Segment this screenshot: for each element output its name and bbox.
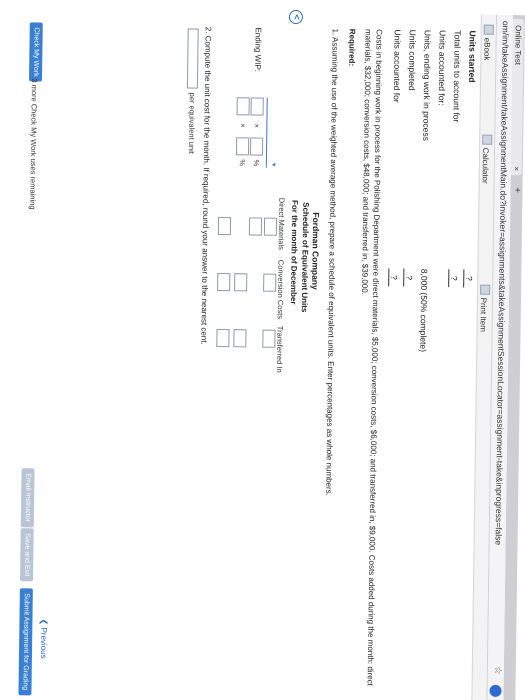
units-started-blank: ? <box>463 269 475 288</box>
required-label: Required: <box>347 28 357 67</box>
times-sign-2: × <box>238 123 248 128</box>
col-transferred-in: Transferred In <box>274 325 285 373</box>
units-completed-value: ? <box>403 268 415 287</box>
ending-wip-transferred-input[interactable] <box>233 329 247 348</box>
units-accounted-label: Units accounted for <box>391 29 403 103</box>
new-tab-icon[interactable]: + <box>511 187 522 193</box>
units-accounted-heading: Units accounted for: <box>436 30 448 106</box>
schedule-title: Schedule of Equivalent Units <box>299 202 311 313</box>
total-conversion-input[interactable] <box>217 272 231 292</box>
tab-title: Online Test <box>513 25 523 66</box>
previous-question-icon[interactable]: < <box>288 9 303 25</box>
save-exit-button[interactable]: Save and Exit <box>19 528 34 582</box>
check-note: 3 more Check My Work uses remaining <box>28 78 40 210</box>
total-direct-materials-input[interactable] <box>217 216 232 236</box>
costs-paragraph: Costs in beginning work in process for t… <box>360 28 384 686</box>
screenshot-stage: Online Test × + om/im/takeAssignment/tak… <box>0 0 525 700</box>
col-direct-materials: Direct Materials <box>276 197 287 250</box>
schedule-company: Fordman Company <box>310 212 322 290</box>
units-accounted-blank: ? <box>388 268 400 287</box>
times-sign-1: × <box>252 123 262 128</box>
row1-account-select[interactable] <box>265 97 277 168</box>
chevron-left-icon: ❮ <box>39 618 49 628</box>
question-content: Units started ? Total units to account f… <box>15 8 481 700</box>
question-1-text: 1. Assuming the use of the weighted aver… <box>324 28 340 496</box>
printer-icon <box>480 284 491 295</box>
unit-cost-input[interactable] <box>186 28 199 89</box>
check-my-work-button[interactable]: Check My Work <box>28 22 43 82</box>
close-tab-icon[interactable]: × <box>511 166 522 171</box>
ending-wip-units-label: Units, ending work in process <box>421 29 433 141</box>
browser-tab[interactable]: Online Test × <box>510 19 524 176</box>
ending-wip-percent-input-2[interactable] <box>235 137 250 156</box>
email-instructor-button[interactable]: Email Instructor <box>20 468 35 528</box>
ending-wip-direct-materials-input[interactable] <box>248 217 263 236</box>
units-started-label: Units started <box>467 30 478 83</box>
previous-link[interactable]: ❮ Previous <box>39 618 49 658</box>
bookmark-star-icon[interactable]: ☆ <box>492 666 503 675</box>
calculator-button[interactable]: Calculator <box>480 134 493 184</box>
total-units-label: Total units to account for <box>451 30 463 123</box>
units-started-value: ? <box>463 269 475 288</box>
ending-wip-units-input[interactable] <box>250 97 264 116</box>
total-units-value: ? <box>448 269 460 288</box>
unit-cost-suffix: per equivalent unit <box>186 92 197 154</box>
print-label: Print Item <box>478 297 489 332</box>
total-transferred-input[interactable] <box>216 328 230 348</box>
ending-wip-units-value: 8,000 (50% complete) <box>418 268 430 353</box>
units-completed-label: Units completed <box>406 29 418 91</box>
submit-assignment-button[interactable]: Submit Assignment for Grading <box>18 588 33 696</box>
row1-conversion-input[interactable] <box>263 273 277 292</box>
ending-wip-percent-input-1[interactable] <box>249 137 264 156</box>
row1-transferred-input[interactable] <box>262 329 276 348</box>
units-accounted-value: ? <box>388 268 400 287</box>
calculator-label: Calculator <box>480 147 491 184</box>
extension-icon[interactable] <box>489 684 502 697</box>
book-icon <box>483 24 494 35</box>
schedule-period: For the month of December <box>288 199 300 305</box>
total-units-blank: ? <box>448 269 460 288</box>
ending-wip-label: Ending WIP: <box>253 27 263 73</box>
print-item-button[interactable]: Print Item <box>478 284 491 332</box>
row1-direct-materials-input[interactable] <box>263 217 278 236</box>
col-conversion-costs: Conversion Costs <box>275 259 286 320</box>
units-completed-blank: ? <box>403 268 415 287</box>
ebook-label: eBook <box>482 37 492 61</box>
percent-sign-1: % <box>251 159 261 167</box>
ending-wip-conversion-input[interactable] <box>234 273 248 292</box>
question-2-text: 2. Compute the unit cost for the month. … <box>199 26 213 345</box>
calculator-icon <box>482 134 493 145</box>
previous-label: Previous <box>38 627 49 659</box>
ending-wip-units-input-2[interactable] <box>236 97 250 116</box>
percent-sign-2: % <box>237 159 247 167</box>
ebook-button[interactable]: eBook <box>482 24 494 61</box>
rotated-browser-window: Online Test × + om/im/takeAssignment/tak… <box>15 8 525 700</box>
